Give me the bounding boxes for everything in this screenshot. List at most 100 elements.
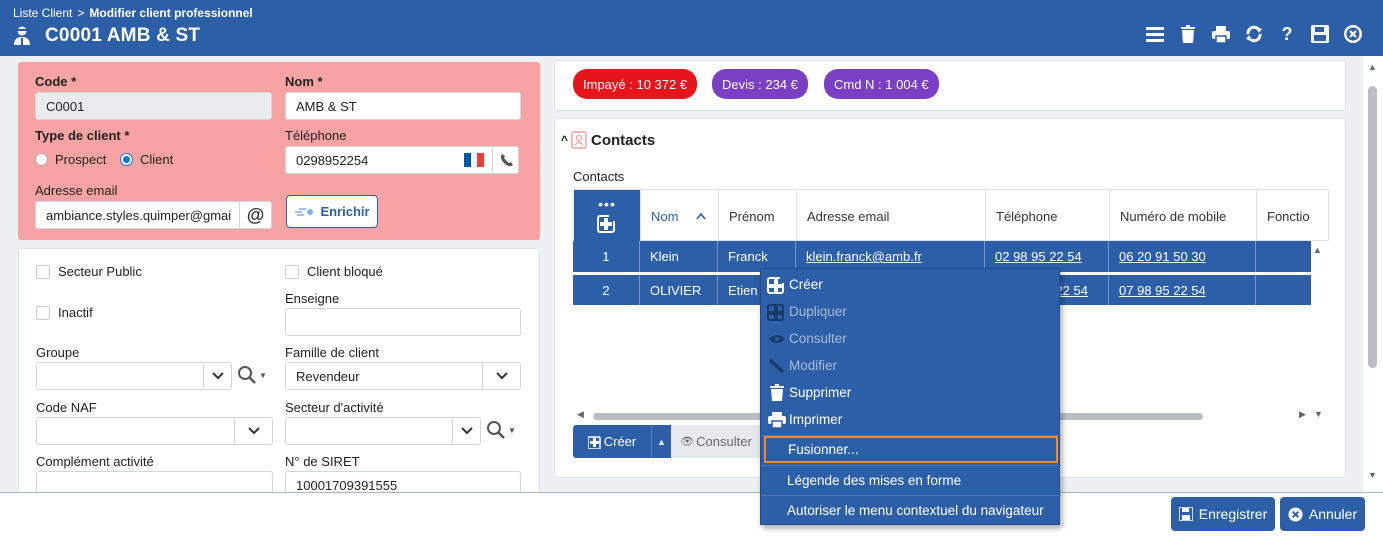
menu-icon[interactable] (1145, 24, 1165, 44)
page-scrollbar-thumb[interactable] (1368, 86, 1377, 368)
menu-item-label: Autoriser le menu contextuel du navigate… (787, 502, 1044, 518)
code-naf-label: Code NAF (36, 400, 97, 415)
print-icon[interactable] (1211, 24, 1231, 44)
chevron-down-icon[interactable] (482, 363, 520, 389)
menu-item-imprimer[interactable]: Imprimer (761, 406, 1061, 433)
checkbox-box[interactable] (36, 305, 50, 320)
scroll-down-icon[interactable]: ▼ (1314, 409, 1323, 419)
print-icon (768, 411, 786, 428)
cell-fonction (1255, 275, 1311, 306)
menu-item-label: Consulter (789, 331, 847, 346)
row-number: 2 (602, 283, 610, 298)
refresh-icon[interactable] (1244, 24, 1264, 44)
cancel-button[interactable]: Annuler (1280, 497, 1365, 531)
nom-field[interactable]: AMB & ST (285, 92, 521, 120)
radio-circle-selected[interactable] (120, 153, 133, 166)
code-label: Code * (35, 74, 77, 89)
cancel-icon (1288, 506, 1303, 522)
contacts-icon (571, 131, 587, 149)
duplicate-icon (767, 303, 784, 321)
page-scrollbar[interactable]: ▲ ▼ (1363, 56, 1383, 492)
close-icon[interactable] (1343, 24, 1363, 44)
at-sign-icon[interactable]: @ (239, 202, 271, 228)
groupe-search-icon[interactable]: ▼ (237, 365, 267, 385)
cell-mobile-link[interactable]: 07 98 95 22 54 (1108, 275, 1255, 306)
enrichir-button[interactable]: Enrichir (286, 195, 378, 228)
checkbox-box[interactable] (285, 264, 299, 279)
menu-item-fusionner[interactable]: Fusionner... (764, 436, 1058, 463)
save-icon (1178, 507, 1193, 521)
email-field[interactable]: ambiance.styles.quimper@gmail.com @ (35, 201, 272, 229)
radio-circle[interactable] (35, 153, 48, 166)
trash-icon[interactable] (1178, 24, 1198, 44)
checkbox-box[interactable] (36, 264, 50, 279)
grid-toolbar[interactable]: ••• (574, 190, 640, 242)
menu-item-label: Dupliquer (789, 304, 847, 319)
column-mobile[interactable]: Numéro de mobile (1109, 190, 1256, 242)
badge-devis[interactable]: Devis : 234 € (712, 69, 808, 99)
create-dropdown-caret[interactable]: ▲ (651, 425, 671, 458)
save-icon[interactable] (1310, 24, 1330, 44)
menu-item-modifier: Modifier (761, 352, 1061, 379)
grid-scroll-up-icon[interactable]: ▲ (1313, 245, 1322, 255)
scroll-left-icon[interactable]: ◀ (577, 409, 584, 420)
inactif-checkbox[interactable]: Inactif (36, 305, 93, 320)
breadcrumb-separator: > (77, 6, 85, 20)
telephone-field[interactable]: 0298952254 (285, 146, 519, 174)
radio-prospect[interactable]: Prospect (35, 152, 106, 167)
page-scroll-down-icon[interactable]: ▼ (1368, 470, 1377, 480)
cell-mobile-link[interactable]: 06 20 91 50 30 (1108, 241, 1255, 272)
save-button[interactable]: Enregistrer (1171, 497, 1275, 531)
column-fonction[interactable]: Fonctio (1256, 190, 1330, 242)
enrichir-label: Enrichir (320, 204, 370, 219)
groupe-select[interactable] (36, 362, 232, 390)
consult-button[interactable]: 👁 Consulter (671, 425, 761, 458)
badge-impaye[interactable]: Impayé : 10 372 € (573, 69, 698, 99)
famille-label: Famille de client (285, 345, 379, 360)
breadcrumb-root[interactable]: Liste Client (13, 6, 72, 20)
add-icon[interactable] (597, 213, 617, 233)
secteur-select[interactable] (285, 417, 481, 445)
row-number: 1 (602, 249, 610, 264)
column-nom[interactable]: Nom (640, 190, 718, 242)
code-naf-select[interactable] (36, 417, 273, 445)
scroll-right-icon[interactable]: ▶ (1299, 409, 1306, 420)
secteur-public-checkbox[interactable]: Secteur Public (36, 264, 142, 279)
column-prenom[interactable]: Prénom (718, 190, 796, 242)
groupe-label: Groupe (36, 345, 80, 360)
create-button[interactable]: Créer (573, 425, 651, 458)
more-icon[interactable]: ••• (598, 197, 616, 211)
page-scroll-up-icon[interactable]: ▲ (1368, 62, 1377, 72)
sort-asc-icon (696, 212, 707, 219)
menu-item-legende[interactable]: Légende des mises en forme (761, 465, 1061, 495)
column-telephone[interactable]: Téléphone (985, 190, 1109, 242)
menu-item-supprimer[interactable]: Supprimer (761, 379, 1061, 406)
column-email[interactable]: Adresse email (796, 190, 985, 242)
enseigne-field[interactable] (285, 308, 521, 336)
menu-item-creer[interactable]: Créer (761, 271, 1061, 298)
help-icon[interactable]: ? (1277, 24, 1297, 44)
save-label: Enregistrer (1198, 506, 1268, 522)
eye-icon (769, 334, 785, 343)
chevron-down-icon[interactable] (203, 363, 231, 389)
code-field[interactable]: C0001 (35, 92, 272, 120)
cell-nom: Klein (639, 241, 717, 272)
france-flag-icon[interactable] (464, 153, 485, 167)
create-label: Créer (603, 434, 637, 449)
chevron-down-icon[interactable] (452, 418, 480, 444)
menu-item-autoriser-menu-navigateur[interactable]: Autoriser le menu contextuel du navigate… (761, 496, 1061, 524)
type-client-label: Type de client * (35, 128, 130, 143)
secteur-search-icon[interactable]: ▼ (486, 420, 516, 440)
secteur-label: Secteur d'activité (285, 400, 384, 415)
client-bloque-checkbox[interactable]: Client bloqué (285, 264, 383, 279)
menu-item-label: Légende des mises en forme (787, 472, 962, 488)
badge-commande[interactable]: Cmd N : 1 004 € (824, 69, 939, 99)
famille-select[interactable]: Revendeur (285, 362, 521, 390)
collapse-icon[interactable]: ^ (561, 133, 568, 147)
page-title: C0001 AMB & ST (45, 25, 201, 46)
phone-call-icon[interactable] (492, 147, 518, 173)
chevron-down-icon[interactable] (234, 418, 272, 444)
breadcrumb-current: Modifier client professionnel (89, 6, 253, 20)
radio-client[interactable]: Client (120, 152, 173, 167)
email-value: ambiance.styles.quimper@gmail.com (46, 208, 232, 223)
